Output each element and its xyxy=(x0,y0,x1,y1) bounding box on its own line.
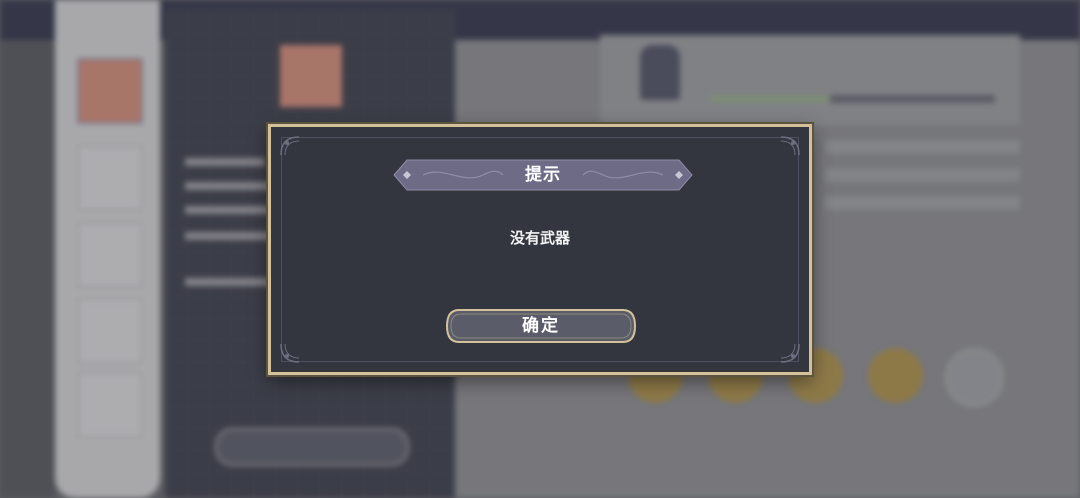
confirm-button-label: 确定 xyxy=(522,316,560,336)
corner-ornament-icon xyxy=(779,135,801,157)
corner-ornament-icon xyxy=(279,135,301,157)
alert-dialog: 提示 没有武器 确定 xyxy=(268,124,812,375)
corner-ornament-icon xyxy=(779,342,801,364)
dialog-message: 没有武器 xyxy=(509,229,570,247)
dialog-title: 提示 xyxy=(525,165,561,185)
dialog-title-banner: 提示 xyxy=(393,159,693,191)
corner-ornament-icon xyxy=(279,342,301,364)
confirm-button[interactable]: 确定 xyxy=(445,308,637,344)
